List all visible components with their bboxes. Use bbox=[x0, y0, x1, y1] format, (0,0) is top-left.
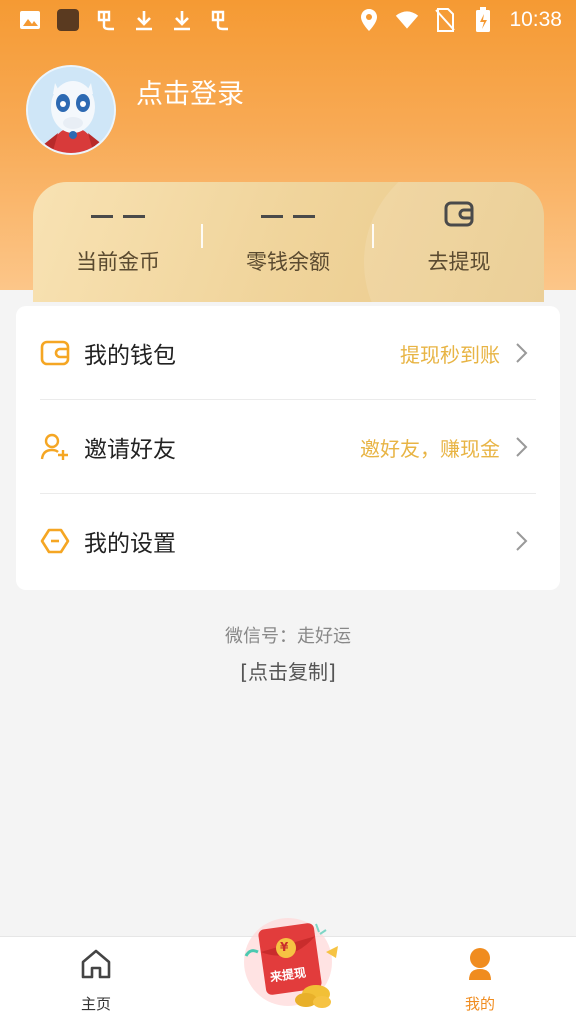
withdraw-button[interactable]: 去提现 bbox=[374, 182, 544, 290]
tab-mine[interactable]: 我的 bbox=[420, 947, 540, 1019]
notification-icon bbox=[208, 8, 232, 32]
tab-mine-label: 我的 bbox=[464, 995, 495, 1013]
no-sim-icon bbox=[433, 8, 457, 32]
withdraw-label: 去提现 bbox=[427, 250, 491, 274]
wallet-icon bbox=[444, 201, 474, 231]
balance-value bbox=[261, 214, 315, 218]
wechat-id: 微信号：走好运 bbox=[225, 626, 351, 647]
menu-item-settings[interactable]: 我的设置 bbox=[16, 494, 560, 588]
promo-currency: ¥ bbox=[280, 940, 289, 954]
coins-value bbox=[91, 214, 145, 218]
clock: 10:38 bbox=[509, 8, 562, 31]
download-icon bbox=[132, 8, 156, 32]
avatar[interactable] bbox=[26, 65, 116, 155]
menu-item-invite[interactable]: 邀请好友 邀好友，赚现金 bbox=[16, 400, 560, 494]
status-bar: 10:38 bbox=[0, 0, 576, 40]
user-icon bbox=[463, 947, 497, 985]
menu-item-title: 邀请好友 bbox=[84, 437, 176, 463]
add-user-icon bbox=[40, 432, 70, 462]
wallet-icon bbox=[40, 338, 70, 368]
menu-card: 我的钱包 提现秒到账 邀请好友 邀好友，赚现金 我的设置 bbox=[16, 306, 560, 590]
settings-hexagon-icon bbox=[40, 526, 70, 556]
coins-stat[interactable]: 当前金币 bbox=[33, 182, 203, 290]
menu-item-title: 我的钱包 bbox=[84, 343, 176, 369]
tab-home[interactable]: 主页 bbox=[36, 947, 156, 1019]
wallet-summary-card: 当前金币 零钱余额 去提现 bbox=[33, 182, 544, 302]
battery-charging-icon bbox=[471, 7, 495, 32]
menu-item-subtitle: 提现秒到账 bbox=[400, 342, 500, 367]
copy-button[interactable]: [点击复制] bbox=[0, 656, 576, 685]
menu-item-subtitle: 邀好友，赚现金 bbox=[360, 436, 500, 461]
home-icon bbox=[79, 947, 113, 985]
withdraw-promo-button[interactable]: ¥ 来提现 bbox=[240, 912, 344, 1012]
tab-home-label: 主页 bbox=[80, 995, 111, 1013]
app-icon bbox=[56, 8, 80, 32]
chevron-right-icon bbox=[514, 435, 530, 459]
balance-stat[interactable]: 零钱余额 bbox=[203, 182, 373, 290]
balance-label: 零钱余额 bbox=[246, 250, 330, 274]
menu-item-title: 我的设置 bbox=[84, 531, 176, 557]
notification-icon bbox=[94, 8, 118, 32]
wifi-icon bbox=[395, 8, 419, 32]
chevron-right-icon bbox=[514, 529, 530, 553]
login-link[interactable]: 点击登录 bbox=[136, 72, 244, 111]
coins-label: 当前金币 bbox=[76, 250, 160, 274]
image-icon bbox=[18, 8, 42, 32]
chevron-right-icon bbox=[514, 341, 530, 365]
download-icon bbox=[170, 8, 194, 32]
menu-item-wallet[interactable]: 我的钱包 提现秒到账 bbox=[16, 306, 560, 400]
location-icon bbox=[357, 8, 381, 32]
profile-header: 10:38 点击登录 当前金币 零钱余额 去提现 bbox=[0, 0, 576, 302]
